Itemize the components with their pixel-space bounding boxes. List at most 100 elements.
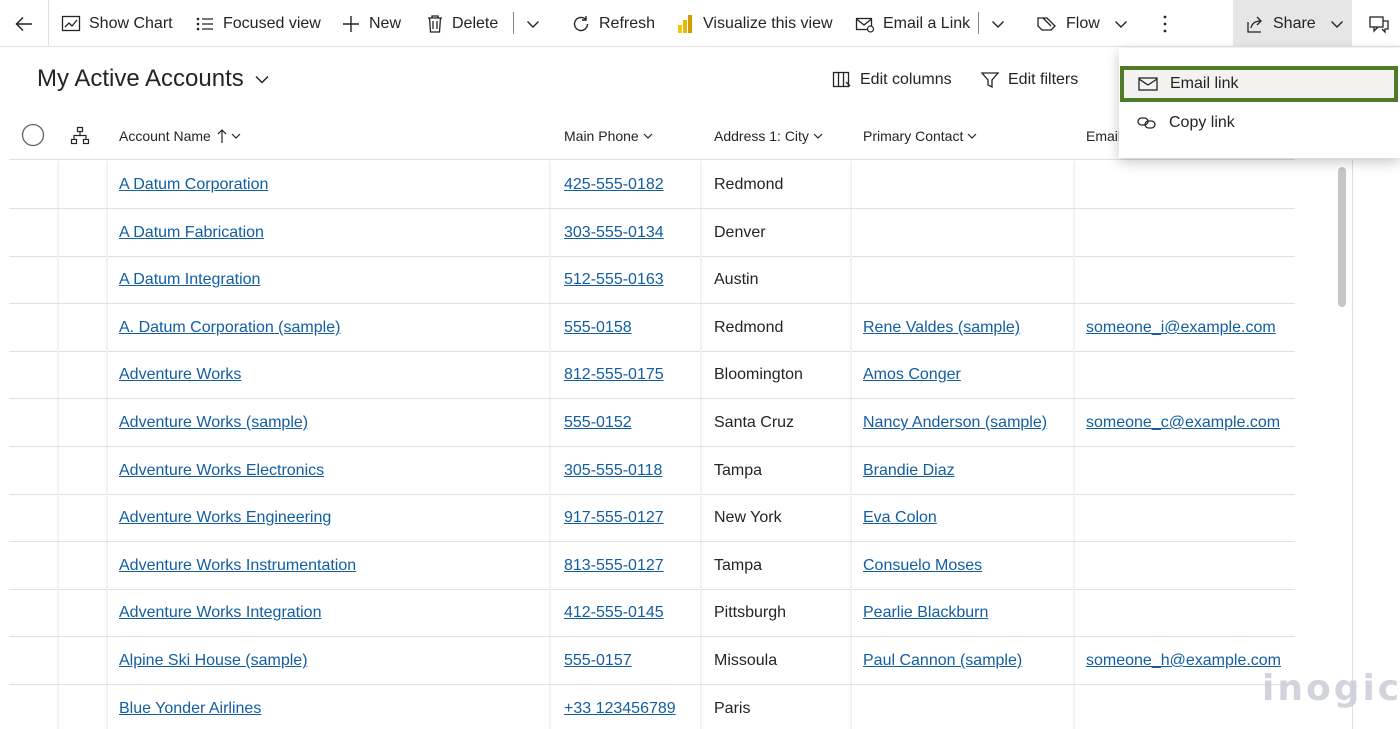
chat-button[interactable] (1368, 0, 1390, 47)
phone-link[interactable]: 555-0158 (564, 304, 632, 352)
account-name-link[interactable]: A Datum Integration (119, 256, 260, 304)
cell-divider (1073, 161, 1075, 208)
phone-link[interactable]: 512-555-0163 (564, 256, 664, 304)
phone-link[interactable]: 305-555-0118 (564, 447, 662, 495)
cell-divider (106, 494, 108, 541)
table-row[interactable]: Adventure Works Integration 412-555-0145 P… (9, 589, 1295, 637)
cell-divider (57, 447, 59, 494)
cell-divider (1073, 304, 1075, 351)
column-header-city[interactable]: Address 1: City (714, 118, 823, 154)
edit-filters-button[interactable]: Edit filters (980, 66, 1078, 94)
primary-contact-link[interactable]: Nancy Anderson (sample) (863, 399, 1047, 447)
cell-divider (549, 447, 551, 494)
hierarchy-toggle[interactable] (70, 118, 90, 154)
column-header-account-name[interactable]: Account Name (119, 118, 241, 154)
phone-link[interactable]: 555-0157 (564, 637, 632, 685)
visualize-button[interactable]: Visualize this view (677, 0, 833, 47)
primary-contact-link[interactable]: Paul Cannon (sample) (863, 637, 1022, 685)
table-row[interactable]: A Datum Integration 512-555-0163 Austin (9, 256, 1295, 304)
primary-contact-link[interactable]: Eva Colon (863, 494, 937, 542)
email-link-menu-item[interactable]: Email link (1120, 66, 1398, 102)
copy-link-label: Copy link (1169, 114, 1235, 131)
cell-divider (700, 399, 702, 446)
primary-contact-link[interactable]: Rene Valdes (sample) (863, 304, 1020, 352)
view-selector[interactable]: My Active Accounts (37, 62, 270, 96)
account-name-link[interactable]: Adventure Works Integration (119, 589, 321, 637)
cell-divider (549, 209, 551, 256)
table-row[interactable]: Adventure Works (sample) 555-0152 Santa Cr… (9, 399, 1295, 447)
copy-link-menu-item[interactable]: Copy link (1119, 105, 1400, 141)
new-button[interactable]: New (341, 0, 401, 47)
cell-divider (850, 494, 852, 541)
account-name-link[interactable]: Adventure Works Electronics (119, 447, 324, 495)
show-chart-button[interactable]: Show Chart (61, 0, 173, 47)
refresh-label: Refresh (599, 14, 656, 32)
table-row[interactable]: A. Datum Corporation (sample) 555-0158 Red… (9, 304, 1295, 352)
table-row[interactable]: Adventure Works Instrumentation 813-555-0… (9, 542, 1295, 590)
cell-divider (57, 542, 59, 589)
account-name-link[interactable]: Alpine Ski House (sample) (119, 637, 308, 685)
focused-view-button[interactable]: Focused view (195, 0, 321, 47)
account-name-link[interactable]: Adventure Works Engineering (119, 494, 331, 542)
phone-link[interactable]: 303-555-0134 (564, 209, 664, 257)
cell-divider (106, 209, 108, 256)
column-header-main-phone[interactable]: Main Phone (564, 118, 653, 154)
divider (978, 12, 979, 34)
table-row[interactable]: Alpine Ski House (sample) 555-0157 Missoul… (9, 637, 1295, 685)
select-all-checkbox[interactable] (21, 117, 45, 153)
new-label: New (369, 14, 402, 32)
primary-contact-link[interactable]: Amos Conger (863, 351, 961, 399)
primary-contact-link[interactable]: Pearlie Blackburn (863, 589, 988, 637)
chevron-down-icon (992, 20, 1004, 28)
phone-link[interactable]: 813-555-0127 (564, 542, 664, 590)
account-name-link[interactable]: A Datum Corporation (119, 161, 268, 209)
refresh-button[interactable]: Refresh (571, 0, 655, 47)
account-name-link[interactable]: Adventure Works (sample) (119, 399, 308, 447)
column-header-primary-contact[interactable]: Primary Contact (863, 118, 977, 154)
cell-divider (700, 494, 702, 541)
show-chart-label: Show Chart (89, 14, 173, 32)
more-commands-button[interactable] (1158, 0, 1172, 47)
table-row[interactable]: A Datum Corporation 425-555-0182 Redmond (9, 161, 1295, 209)
account-name-link[interactable]: A. Datum Corporation (sample) (119, 304, 340, 352)
table-row[interactable]: Adventure Works 812-555-0175 Bloomington Am… (9, 351, 1295, 399)
account-name-link[interactable]: Blue Yonder Airlines (119, 685, 261, 729)
account-name-link[interactable]: A Datum Fabrication (119, 209, 264, 257)
cell-divider (1073, 542, 1075, 589)
phone-link[interactable]: +33 123456789 (564, 685, 676, 729)
table-row[interactable]: Adventure Works Engineering 917-555-0127 N… (9, 494, 1295, 542)
email-a-link-button[interactable]: Email a Link (855, 0, 970, 47)
phone-link[interactable]: 812-555-0175 (564, 351, 664, 399)
phone-link[interactable]: 917-555-0127 (564, 494, 664, 542)
table-row[interactable]: Adventure Works Electronics 305-555-0118 T… (9, 447, 1295, 495)
flow-button[interactable]: Flow (1036, 0, 1128, 47)
more-delete-dropdown[interactable] (526, 0, 540, 47)
delete-button[interactable]: Delete (426, 0, 498, 47)
phone-link[interactable]: 425-555-0182 (564, 161, 664, 209)
account-name-link[interactable]: Adventure Works Instrumentation (119, 542, 356, 590)
table-row[interactable]: Blue Yonder Airlines +33 123456789 Paris (9, 685, 1295, 729)
scrollbar-thumb[interactable] (1338, 167, 1346, 307)
table-row[interactable]: A Datum Fabrication 303-555-0134 Denver (9, 209, 1295, 257)
back-button[interactable] (13, 0, 35, 47)
cell-divider (700, 447, 702, 494)
column-header-email[interactable]: Email (1086, 118, 1121, 154)
account-name-link[interactable]: Adventure Works (119, 351, 241, 399)
cell-divider (57, 637, 59, 684)
hierarchy-icon (70, 126, 90, 145)
primary-contact-link[interactable]: Brandie Diaz (863, 447, 955, 495)
watermark-logo: inogic (1262, 668, 1400, 709)
email-link[interactable]: someone_h@example.com (1086, 637, 1281, 685)
edit-columns-button[interactable]: Edit columns (832, 66, 952, 94)
cell-divider (549, 589, 551, 636)
more-email-dropdown[interactable] (991, 0, 1005, 47)
primary-contact-link[interactable]: Consuelo Moses (863, 542, 982, 590)
edit-columns-label: Edit columns (860, 71, 952, 88)
email-link[interactable]: someone_i@example.com (1086, 304, 1276, 352)
cell-divider (700, 589, 702, 636)
share-button[interactable]: Share (1233, 0, 1352, 47)
email-link[interactable]: someone_c@example.com (1086, 399, 1280, 447)
phone-link[interactable]: 412-555-0145 (564, 589, 664, 637)
more-vertical-icon (1163, 15, 1167, 32)
phone-link[interactable]: 555-0152 (564, 399, 632, 447)
